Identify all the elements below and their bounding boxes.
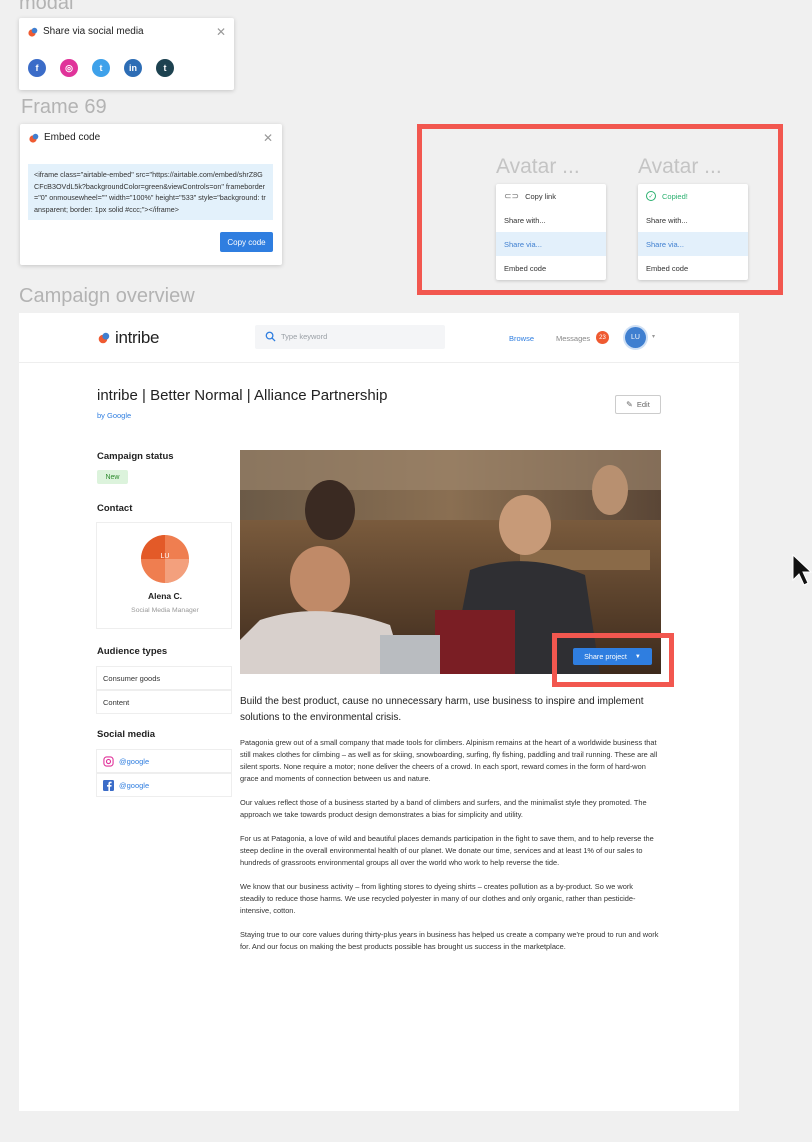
check-circle-icon: ✓ <box>646 191 656 201</box>
contact-name: Alena C. <box>147 591 182 601</box>
link-icon: ⊂⊃ <box>504 190 520 201</box>
instagram-icon <box>103 755 114 767</box>
menu-item-label: Share with... <box>504 215 546 225</box>
body-paragraph: Staying true to our core values during t… <box>240 930 659 951</box>
brand-name[interactable]: intribe <box>115 328 160 348</box>
menu-item-label: Share with... <box>646 215 688 225</box>
audience-item: Consumer goods <box>96 666 232 690</box>
share-modal-title: Share via social media <box>43 26 144 37</box>
facebook-icon[interactable]: f <box>28 59 46 77</box>
menu-item-copy-link[interactable]: ⊂⊃ Copy link <box>496 184 606 208</box>
user-avatar[interactable]: LU <box>625 327 646 348</box>
top-navigation-bar: intribe Type keyword Browse Messages 23 … <box>19 313 739 363</box>
body-paragraph: For us at Patagonia, a love of wild and … <box>240 834 654 867</box>
audience-item: Content <box>96 690 232 714</box>
close-icon[interactable]: ✕ <box>216 26 226 38</box>
edit-button[interactable]: ✎ Edit <box>615 395 661 414</box>
menu-item-embed-code[interactable]: Embed code <box>496 256 606 280</box>
linkedin-icon[interactable]: in <box>124 59 142 77</box>
social-item-facebook[interactable]: @google <box>96 773 232 797</box>
search-placeholder: Type keyword <box>281 332 328 341</box>
social-media-heading: Social media <box>97 729 156 740</box>
messages-count-badge: 23 <box>596 331 609 344</box>
share-project-label: Share project <box>584 652 627 661</box>
intribe-logo-icon <box>98 332 110 344</box>
menu-item-share-via[interactable]: Share via... <box>496 232 606 256</box>
intribe-logo-icon <box>28 27 38 37</box>
copy-code-button[interactable]: Copy code <box>220 232 273 252</box>
search-icon <box>265 331 276 342</box>
campaign-status-heading: Campaign status <box>97 451 174 462</box>
audience-types-heading: Audience types <box>97 646 168 657</box>
avatar-menu-title: Avatar ... <box>496 155 580 178</box>
share-social-modal: Share via social media ✕ f ◎ t in t <box>19 18 234 90</box>
nav-browse[interactable]: Browse <box>509 334 534 343</box>
menu-item-label: Embed code <box>504 263 547 273</box>
menu-item-label: Copied! <box>662 191 688 201</box>
contact-avatar-initials: LU <box>160 553 170 560</box>
lead-paragraph: Build the best product, cause no unneces… <box>240 696 644 723</box>
avatar-menu-title: Avatar ... <box>638 155 722 178</box>
social-item-instagram[interactable]: @google <box>96 749 232 773</box>
menu-item-share-via[interactable]: Share via... <box>638 232 748 256</box>
body-paragraph: Patagonia grew out of a small company th… <box>240 738 658 783</box>
social-handle: @google <box>119 756 150 766</box>
embed-modal-title: Embed code <box>44 132 101 143</box>
chevron-down-icon[interactable]: ▾ <box>652 333 655 340</box>
contact-role: Social Media Manager <box>131 607 199 614</box>
contact-heading: Contact <box>97 503 133 514</box>
contact-card[interactable]: LU Alena C. Social Media Manager <box>96 522 232 629</box>
campaign-overview-page: intribe Type keyword Browse Messages 23 … <box>19 313 739 1111</box>
nav-messages[interactable]: Messages <box>556 334 590 343</box>
instagram-icon[interactable]: ◎ <box>60 59 78 77</box>
body-paragraph: Our values reflect those of a business s… <box>240 798 647 819</box>
embed-code-textarea[interactable]: <iframe class="airtable-embed" src="http… <box>28 164 273 220</box>
facebook-icon <box>103 779 114 791</box>
menu-item-share-with[interactable]: Share with... <box>496 208 606 232</box>
close-icon[interactable]: ✕ <box>263 132 273 144</box>
search-input[interactable]: Type keyword <box>255 325 445 349</box>
body-paragraph: We know that our business activity – fro… <box>240 882 636 915</box>
owner-link[interactable]: by Google <box>97 411 131 420</box>
twitter-icon[interactable]: t <box>92 59 110 77</box>
status-badge: New <box>97 470 128 484</box>
mouse-cursor-icon <box>792 553 812 586</box>
menu-item-share-with[interactable]: Share with... <box>638 208 748 232</box>
embed-code-modal: Embed code ✕ <iframe class="airtable-emb… <box>20 124 282 265</box>
intribe-logo-icon <box>29 133 39 143</box>
edit-label: Edit <box>636 400 650 409</box>
menu-item-label: Embed code <box>646 263 689 273</box>
menu-item-copied[interactable]: ✓ Copied! <box>638 184 748 208</box>
pencil-icon: ✎ <box>626 400 633 409</box>
tumblr-icon[interactable]: t <box>156 59 174 77</box>
share-dropdown-menu: ⊂⊃ Copy link Share with... Share via... Embe… <box>496 184 606 280</box>
share-dropdown-menu: ✓ Copied! Share with... Share via... Embed c… <box>638 184 748 280</box>
social-handle: @google <box>119 780 150 790</box>
menu-item-label: Share via... <box>504 239 542 249</box>
caret-down-icon: ▼ <box>634 653 641 660</box>
share-project-button[interactable]: Share project ▼ <box>573 648 652 665</box>
frame-label-campaign-overview: Campaign overview <box>19 285 195 307</box>
frame-label-frame69: Frame 69 <box>21 96 107 118</box>
menu-item-embed-code[interactable]: Embed code <box>638 256 748 280</box>
frame-label-modal: modal <box>19 0 74 14</box>
menu-item-label: Share via... <box>646 239 684 249</box>
menu-item-label: Copy link <box>525 191 556 201</box>
page-title: intribe | Better Normal | Alliance Partn… <box>97 387 388 404</box>
